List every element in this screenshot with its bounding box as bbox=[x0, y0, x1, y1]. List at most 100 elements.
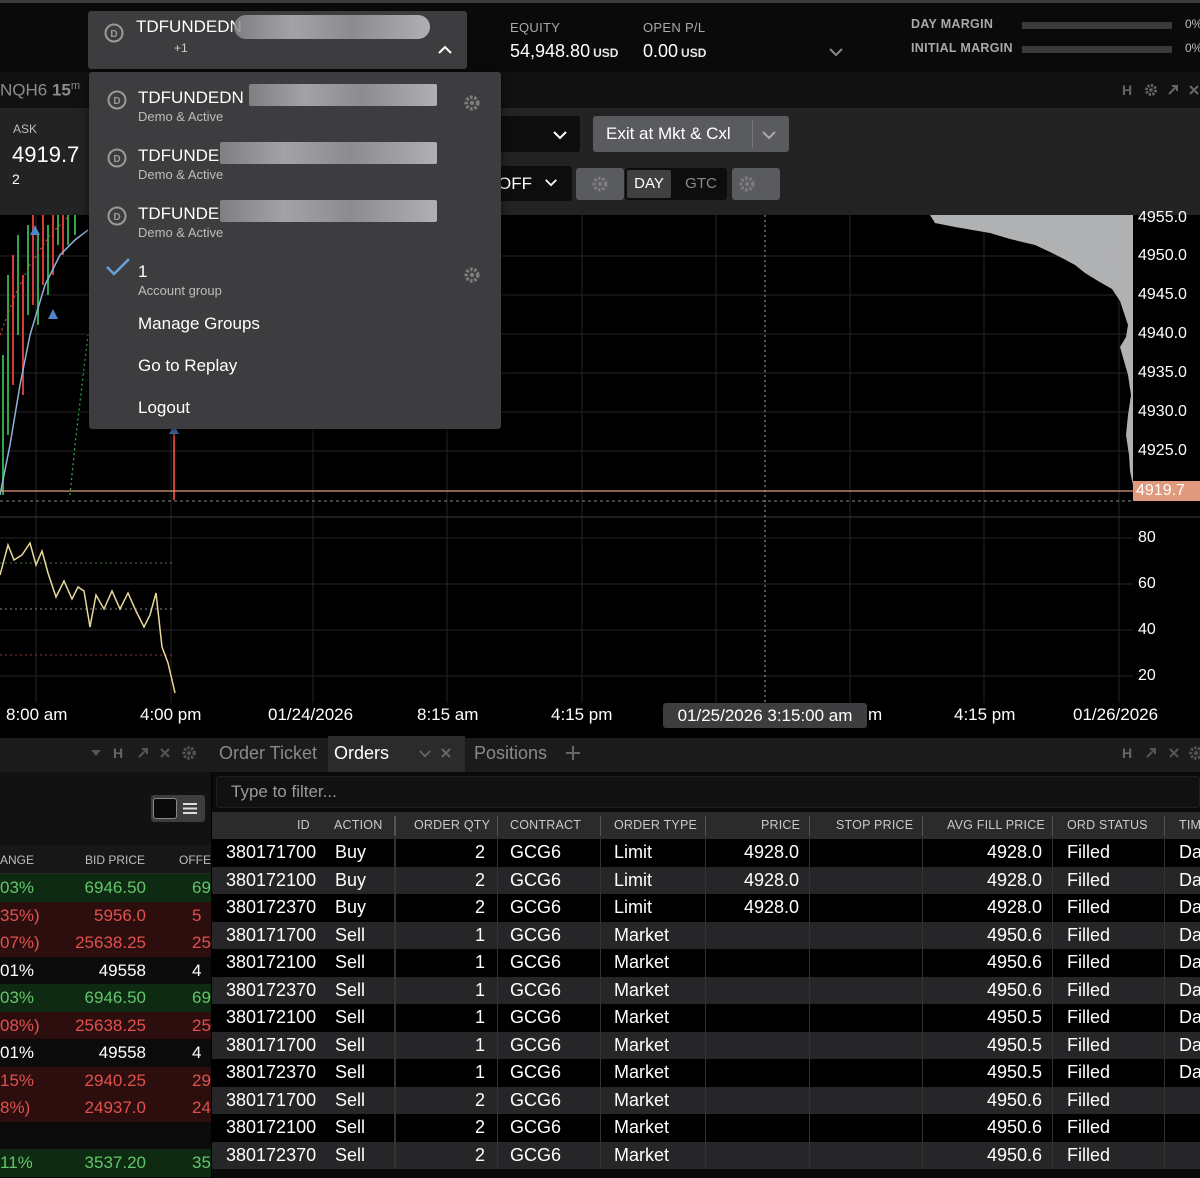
order-type-dropdown[interactable] bbox=[498, 116, 580, 152]
order-qty: 2 bbox=[474, 1144, 485, 1165]
exit-at-market-cancel-button[interactable]: Exit at Mkt & Cxl bbox=[593, 116, 789, 152]
watchlist-row[interactable] bbox=[0, 1121, 211, 1149]
oscillator-tick: 40 bbox=[1138, 621, 1156, 638]
watchlist-change: 01% bbox=[0, 1043, 35, 1062]
col-id[interactable]: ID bbox=[297, 818, 310, 832]
order-avg-fill-price: 4950.5 bbox=[986, 1007, 1042, 1027]
watchlist-col-offer[interactable]: OFFE bbox=[179, 853, 211, 867]
order-row[interactable]: 380172370 Sell 1 GCG6 Market 4950.5 Filled Da bbox=[212, 1059, 1200, 1087]
gear-icon[interactable] bbox=[181, 745, 197, 761]
oscillator-tick: 20 bbox=[1138, 667, 1156, 684]
chevron-up-icon[interactable] bbox=[437, 45, 453, 55]
tif-settings-button[interactable] bbox=[732, 168, 780, 200]
watchlist-row[interactable]: 03% 6946.50 69 bbox=[0, 874, 211, 902]
watchlist-change: 11% bbox=[0, 1153, 33, 1172]
order-contract: GCG6 bbox=[510, 924, 562, 945]
watchlist-row[interactable]: 15% 2940.25 29 bbox=[0, 1066, 211, 1094]
order-price: 4928.0 bbox=[743, 842, 799, 862]
order-row[interactable]: 380171700 Buy 2 GCG6 Limit 4928.0 4928.0 Filled… bbox=[212, 839, 1200, 867]
close-icon[interactable] bbox=[1188, 83, 1200, 97]
watchlist-row[interactable]: 11% 3537.20 35 bbox=[0, 1149, 211, 1177]
day-margin-bar bbox=[1022, 22, 1172, 29]
header-h-icon[interactable]: H bbox=[1122, 82, 1132, 98]
header-h-icon[interactable]: H bbox=[1122, 745, 1132, 761]
order-row[interactable]: 380172100 Sell 1 GCG6 Market 4950.5 Filled Da bbox=[212, 1004, 1200, 1032]
popout-icon[interactable] bbox=[136, 746, 150, 760]
col-ord-status[interactable]: ORD STATUS bbox=[1067, 818, 1148, 832]
col-avg-fill-price[interactable]: AVG FILL PRICE bbox=[947, 818, 1045, 832]
gear-icon[interactable] bbox=[463, 266, 481, 284]
menu-account-item[interactable]: D TDFUNDE Demo & Active bbox=[89, 194, 501, 248]
chevron-down-icon[interactable] bbox=[418, 749, 432, 758]
chevron-down-icon[interactable] bbox=[761, 130, 777, 140]
watchlist-row[interactable]: 03% 6946.50 69 bbox=[0, 984, 211, 1012]
order-row[interactable]: 380172370 Sell 1 GCG6 Market 4950.6 Filled Da bbox=[212, 976, 1200, 1004]
watchlist-col-bid[interactable]: BID PRICE bbox=[85, 853, 145, 867]
order-row[interactable]: 380171700 Sell 1 GCG6 Market 4950.6 Filled Da bbox=[212, 921, 1200, 949]
redacted-account-id bbox=[220, 200, 437, 222]
close-icon[interactable] bbox=[1168, 746, 1180, 760]
account-group-name: 1 bbox=[138, 262, 148, 281]
tif-gtc-button[interactable]: GTC bbox=[679, 170, 723, 198]
watchlist-row[interactable]: 07%) 25638.25 256 bbox=[0, 929, 220, 957]
col-order-qty[interactable]: ORDER QTY bbox=[414, 818, 490, 832]
go-to-replay-link[interactable]: Go to Replay bbox=[138, 356, 237, 376]
order-row[interactable]: 380171700 Sell 2 GCG6 Market 4950.6 Filled bbox=[212, 1086, 1200, 1114]
tab-orders[interactable]: Orders bbox=[328, 736, 465, 772]
watchlist-row[interactable]: 01% 49558 4 bbox=[0, 1039, 211, 1067]
popout-icon[interactable] bbox=[1166, 83, 1180, 97]
order-row[interactable]: 380172370 Buy 2 GCG6 Limit 4928.0 4928.0 Filled… bbox=[212, 894, 1200, 922]
order-action: Buy bbox=[335, 869, 367, 890]
order-contract: GCG6 bbox=[510, 1117, 562, 1137]
order-qty: 2 bbox=[474, 897, 485, 917]
watchlist-row[interactable]: 08%) 25638.25 256 bbox=[0, 1011, 220, 1039]
order-qty: 2 bbox=[474, 1117, 485, 1137]
header-h-icon[interactable]: H bbox=[113, 745, 123, 761]
chart-symbol[interactable]: NQH6 15m bbox=[0, 80, 80, 101]
chevron-down-icon[interactable] bbox=[90, 749, 102, 757]
tab-order-ticket[interactable]: Order Ticket bbox=[219, 743, 317, 764]
menu-account-item[interactable]: D TDFUNDE Demo & Active bbox=[89, 136, 501, 190]
manage-groups-link[interactable]: Manage Groups bbox=[138, 314, 260, 334]
logout-link[interactable]: Logout bbox=[138, 398, 190, 418]
col-contract[interactable]: CONTRACT bbox=[510, 818, 581, 832]
col-price[interactable]: PRICE bbox=[761, 818, 800, 832]
close-icon[interactable] bbox=[159, 746, 171, 760]
gear-icon[interactable] bbox=[1188, 745, 1200, 761]
order-row[interactable]: 380172100 Sell 2 GCG6 Market 4950.6 Filled bbox=[212, 1114, 1200, 1142]
order-qty: 1 bbox=[474, 1007, 485, 1027]
watchlist-bid: 5956.0 bbox=[94, 905, 146, 925]
order-row[interactable]: 380172100 Buy 2 GCG6 Limit 4928.0 4928.0 Filled… bbox=[212, 866, 1200, 894]
last-price-badge: 4919.7 bbox=[1133, 481, 1200, 501]
watchlist-row[interactable]: 35%) 5956.0 5 bbox=[0, 901, 211, 929]
popout-icon[interactable] bbox=[1144, 746, 1158, 760]
col-order-type[interactable]: ORDER TYPE bbox=[614, 818, 697, 832]
bracket-settings-button[interactable] bbox=[576, 168, 624, 200]
menu-account-group[interactable]: 1 Account group bbox=[89, 252, 501, 306]
tab-positions[interactable]: Positions bbox=[474, 743, 547, 764]
tif-day-button[interactable]: DAY bbox=[627, 170, 671, 198]
filter-input[interactable] bbox=[217, 777, 1199, 807]
signal-line bbox=[69, 334, 89, 496]
close-icon[interactable] bbox=[440, 746, 452, 760]
col-time-in-force[interactable]: TIM bbox=[1179, 818, 1200, 832]
bracket-toggle[interactable]: OFF bbox=[498, 166, 572, 201]
order-row[interactable]: 380171700 Sell 1 GCG6 Market 4950.5 Filled Da bbox=[212, 1031, 1200, 1059]
watchlist-row[interactable]: 8%) 24937.0 24 bbox=[0, 1094, 211, 1122]
menu-account-item[interactable]: D TDFUNDEDN Demo & Active bbox=[89, 78, 501, 132]
order-row[interactable]: 380172100 Sell 1 GCG6 Market 4950.6 Filled Da bbox=[212, 949, 1200, 977]
view-toggle[interactable] bbox=[151, 795, 205, 822]
gear-icon[interactable] bbox=[1144, 83, 1158, 97]
watchlist-row[interactable]: 01% 49558 4 bbox=[0, 956, 211, 984]
col-action[interactable]: ACTION bbox=[334, 818, 382, 832]
watchlist-col-change[interactable]: ANGE bbox=[0, 853, 34, 867]
account-selector[interactable]: D TDFUNDEDN +1 bbox=[88, 11, 467, 69]
order-id: 380172370 bbox=[226, 897, 317, 917]
time-axis-label: 8:15 am bbox=[417, 705, 479, 724]
chevron-down-icon[interactable] bbox=[828, 47, 844, 57]
add-tab-icon[interactable] bbox=[565, 745, 581, 761]
col-stop-price[interactable]: STOP PRICE bbox=[836, 818, 913, 832]
order-avg-fill-price: 4950.6 bbox=[986, 1117, 1042, 1137]
order-row[interactable]: 380172370 Sell 2 GCG6 Market 4950.6 Filled bbox=[212, 1141, 1200, 1169]
gear-icon[interactable] bbox=[463, 94, 481, 112]
